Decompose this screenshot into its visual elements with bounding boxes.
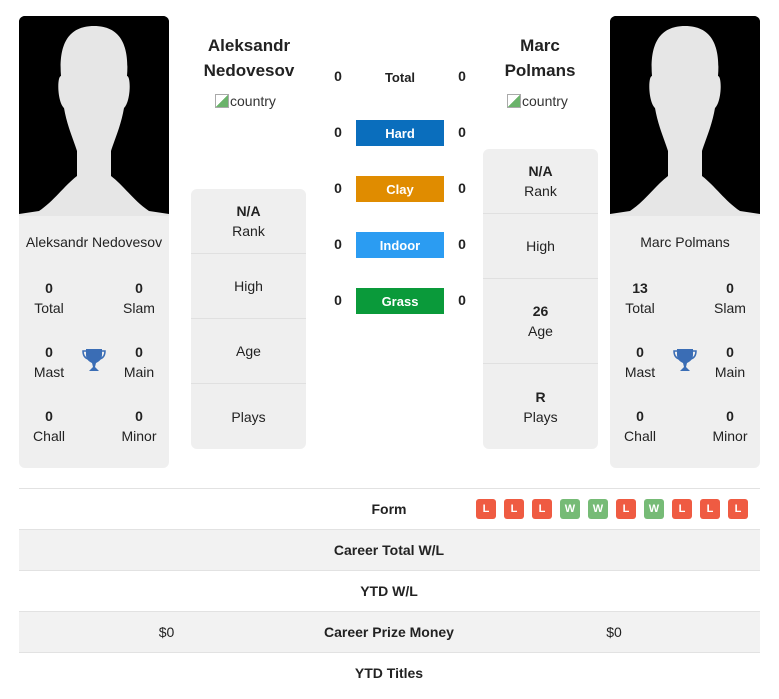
right-value: 0 [458, 180, 466, 196]
player1-stat-main: 0 Main [123, 344, 155, 380]
ytd-titles-row: YTD Titles [19, 652, 760, 693]
silhouette-icon [610, 16, 760, 216]
broken-image-icon [215, 94, 229, 108]
player2-rank: N/A Rank [483, 149, 598, 214]
player2-country-flag: country [507, 93, 568, 109]
player2-card-name: Marc Polmans [640, 234, 730, 250]
career-prize-money-row: $0 Career Prize Money $0 [19, 611, 760, 652]
form-row: Form LLLWWLWLLL [19, 488, 760, 529]
right-value: 0 [458, 124, 466, 140]
form-label: Form [371, 501, 407, 517]
form-result-badge: L [504, 499, 524, 519]
player1-age: Age [191, 319, 306, 384]
form-result-badge: L [476, 499, 496, 519]
form-result-badge: L [532, 499, 552, 519]
left-value: 0 [334, 180, 342, 196]
left-value: 0 [334, 124, 342, 140]
player1-stat-mast: 0 Mast [33, 344, 65, 380]
form-result-badge: L [672, 499, 692, 519]
player2-stat-mast: 0 Mast [624, 344, 656, 380]
player1-high: High [191, 254, 306, 319]
player1-stat-chall: 0 Chall [33, 408, 65, 444]
surface-label: Total [384, 69, 416, 85]
form-badges: LLLWWLWLLL [476, 499, 748, 519]
player1-stat-total: 0 Total [34, 280, 64, 316]
right-value: 0 [458, 68, 466, 84]
form-result-badge: W [560, 499, 580, 519]
form-result-badge: L [728, 499, 748, 519]
surface-row-total: 0 Total 0 [330, 64, 470, 90]
left-value: 0 [334, 236, 342, 252]
player2-stat-minor: 0 Minor [712, 408, 748, 444]
row-label: YTD W/L [360, 583, 418, 599]
player1-stat-slam: 0 Slam [123, 280, 155, 316]
player2-stat-main: 0 Main [714, 344, 746, 380]
player2-high: High [483, 214, 598, 279]
form-result-badge: W [588, 499, 608, 519]
player1-country-flag: country [215, 93, 276, 109]
right-value: $0 [606, 624, 622, 640]
surface-badge-clay: Clay [356, 176, 444, 202]
player1-stat-minor: 0 Minor [121, 408, 157, 444]
player2-name-link[interactable]: Marc Polmans [475, 33, 605, 83]
form-result-badge: L [700, 499, 720, 519]
left-value: 0 [334, 292, 342, 308]
player1-card-name: Aleksandr Nedovesov [25, 234, 163, 250]
left-value: $0 [158, 624, 175, 640]
row-label: YTD Titles [354, 665, 424, 681]
player1-photo [19, 16, 169, 216]
player1-rank: N/A Rank [191, 189, 306, 254]
surface-row-grass: 0 Grass 0 [330, 288, 470, 314]
form-result-badge: L [616, 499, 636, 519]
ytd-wl-row: YTD W/L [19, 570, 760, 611]
career-total-wl-row: Career Total W/L [19, 529, 760, 570]
form-result-badge: W [644, 499, 664, 519]
silhouette-icon [19, 16, 169, 216]
row-label: Career Total W/L [333, 542, 445, 558]
player1-plays: Plays [231, 408, 266, 425]
surface-badge-hard: Hard [356, 120, 444, 146]
surface-badge-indoor: Indoor [356, 232, 444, 258]
player1-card: Aleksandr Nedovesov 0 Total 0 Slam 0 Mast 0… [19, 16, 169, 468]
player1-name-link[interactable]: Aleksandr Nedovesov [184, 33, 314, 83]
surface-row-indoor: 0 Indoor 0 [330, 232, 470, 258]
player1-info-box: N/A Rank High Age Plays [191, 189, 306, 449]
surface-row-hard: 0 Hard 0 [330, 120, 470, 146]
player2-age: 26 Age [483, 279, 598, 364]
right-value: 0 [458, 292, 466, 308]
player2-plays: R Plays [523, 388, 558, 425]
player2-stat-total: 13 Total [625, 280, 655, 316]
surface-row-clay: 0 Clay 0 [330, 176, 470, 202]
right-value: 0 [458, 236, 466, 252]
player2-info-box: N/A Rank High 26 Age R Plays [483, 149, 598, 449]
broken-image-icon [507, 94, 521, 108]
surface-badge-grass: Grass [356, 288, 444, 314]
player2-stat-chall: 0 Chall [624, 408, 656, 444]
player2-photo [610, 16, 760, 216]
left-value: 0 [334, 68, 342, 84]
player2-stat-slam: 0 Slam [714, 280, 746, 316]
player2-card: Marc Polmans 13 Total 0 Slam 0 Mast 0 Main 0… [610, 16, 760, 468]
row-label: Career Prize Money [324, 624, 454, 640]
trophy-icon [82, 347, 106, 376]
trophy-icon [673, 347, 697, 376]
